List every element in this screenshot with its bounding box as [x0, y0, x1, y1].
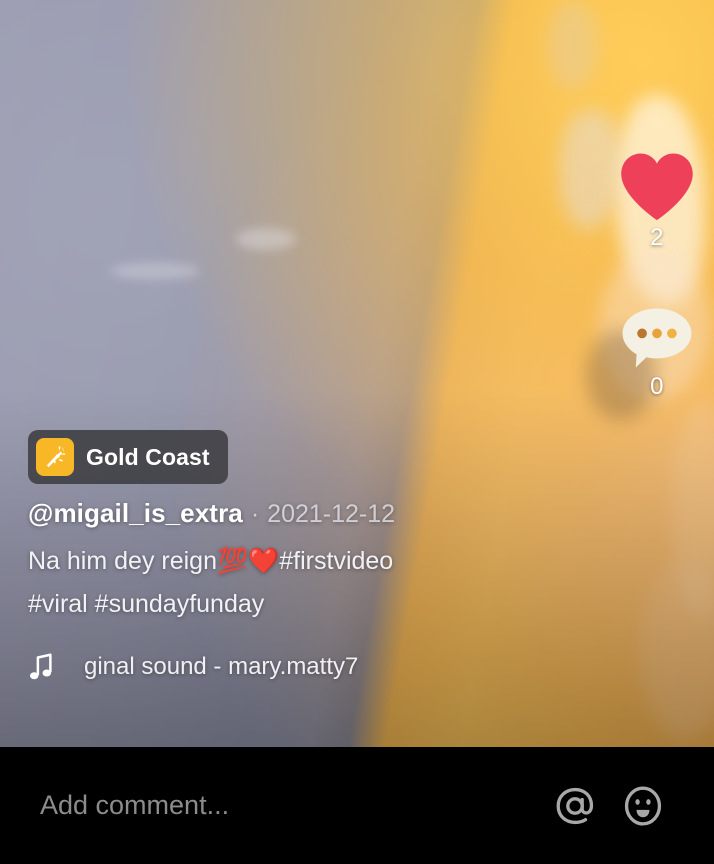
byline-separator: ·	[250, 500, 260, 528]
comment-input[interactable]	[40, 790, 554, 821]
location-badge-label: Gold Coast	[86, 443, 210, 470]
sound-title: ginal sound - mary.matty7	[84, 653, 359, 680]
comment-bar-icons	[554, 785, 664, 827]
emoji-smiley-icon[interactable]	[622, 785, 664, 827]
hashtag-line-2[interactable]: #viral #sundayfunday	[28, 590, 264, 618]
video-caption: Na him dey reign💯❤️#firstvideo #viral #s…	[28, 540, 498, 626]
comment-button[interactable]: 0	[600, 305, 714, 401]
red-heart-emoji: ❤️	[248, 547, 280, 575]
heart-icon	[621, 153, 693, 221]
comment-bubble-icon	[622, 308, 692, 368]
caption-text: Na him dey reign	[28, 547, 217, 575]
location-badge[interactable]: Gold Coast	[28, 430, 228, 484]
at-mention-icon[interactable]	[554, 785, 596, 827]
hashtag-firstvideo[interactable]: #firstvideo	[279, 547, 393, 575]
video-info-block: @migail_is_extra · 2021-12-12 Na him dey…	[28, 498, 568, 682]
comment-count: 0	[650, 373, 664, 400]
action-rail: 2 0	[600, 0, 714, 747]
comment-bar	[0, 747, 714, 864]
like-count: 2	[650, 224, 664, 251]
music-note-icon	[30, 653, 52, 680]
hundred-points-emoji: 💯	[216, 547, 249, 575]
magic-wand-sparkle-icon	[36, 438, 74, 476]
byline: @migail_is_extra · 2021-12-12	[28, 498, 568, 529]
tiktok-video-screen: 2 0 Gold Coast @migail_is_extra · 2021-1…	[0, 0, 714, 864]
like-button[interactable]: 2	[600, 150, 714, 252]
post-date: 2021-12-12	[267, 500, 396, 528]
sound-row[interactable]: ginal sound - mary.matty7	[28, 652, 568, 682]
author-handle[interactable]: @migail_is_extra	[28, 498, 243, 529]
